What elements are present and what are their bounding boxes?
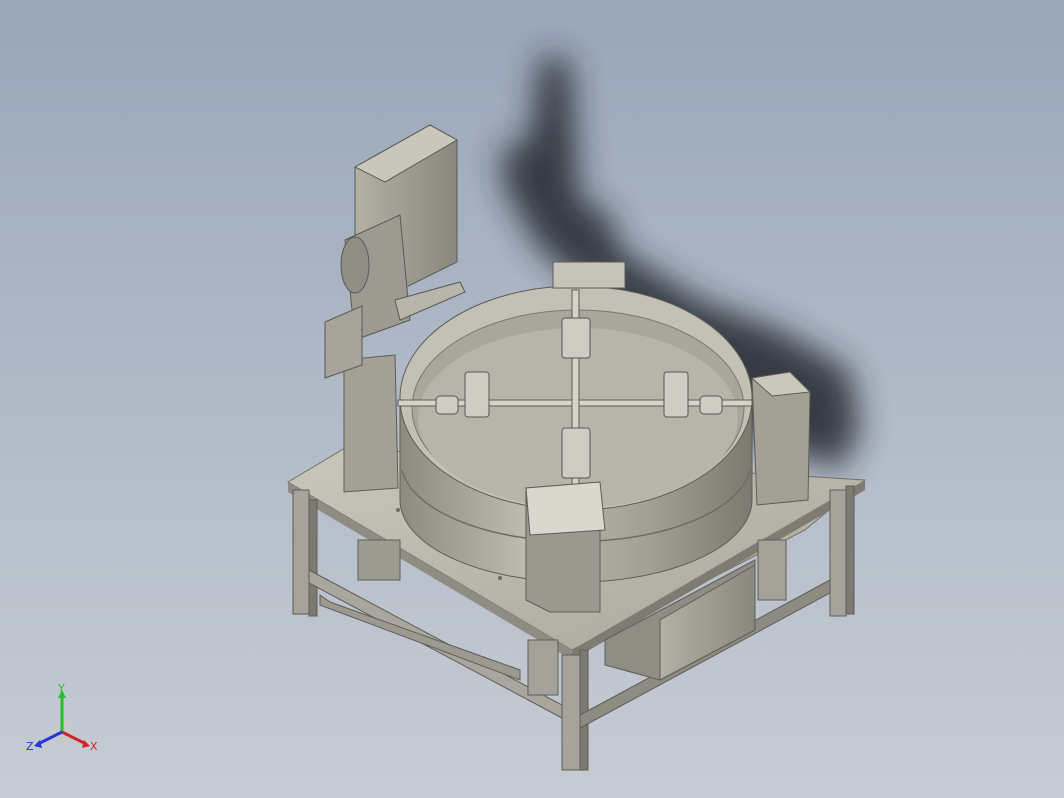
z-axis-label: Z xyxy=(26,740,34,753)
cad-viewport[interactable]: Y X Z xyxy=(0,0,1064,798)
assembly-model[interactable] xyxy=(0,0,1064,798)
orientation-triad: Y X Z xyxy=(26,682,98,753)
y-axis-label: Y xyxy=(57,682,65,695)
x-axis-label: X xyxy=(90,740,98,753)
